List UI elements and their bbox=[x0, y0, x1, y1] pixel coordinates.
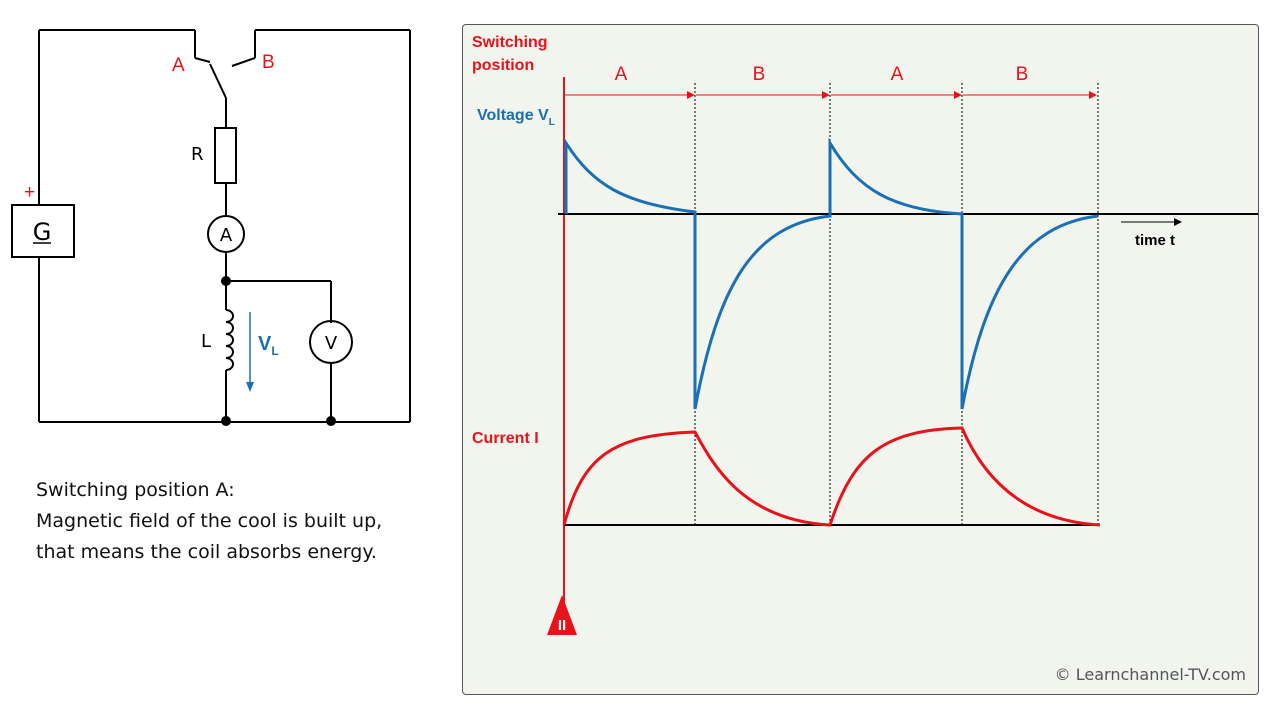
resistor-label: R bbox=[191, 144, 204, 165]
junction-dot-top bbox=[221, 276, 231, 286]
switch-lever bbox=[209, 63, 227, 99]
voltage-arrow-head bbox=[246, 382, 254, 392]
phase-label-2: B bbox=[753, 64, 766, 85]
switching-label-1: Switching bbox=[472, 34, 548, 51]
voltage-axis-label: Voltage VL bbox=[477, 107, 555, 128]
current-curve bbox=[562, 426, 1101, 527]
switching-label-2: position bbox=[472, 57, 534, 74]
voltage-label: VL bbox=[258, 333, 279, 358]
inductor-label: L bbox=[201, 331, 211, 352]
junction-dot-bottom-right bbox=[326, 416, 336, 426]
current-axis-label: Current I bbox=[472, 430, 539, 447]
marker-label: II bbox=[558, 617, 566, 634]
voltmeter-label: V bbox=[325, 333, 338, 354]
generator-label: G bbox=[33, 218, 52, 246]
plus-sign: + bbox=[24, 182, 35, 203]
resistor bbox=[214, 127, 237, 184]
voltage-label-sub: L bbox=[271, 344, 278, 358]
inductor-coil bbox=[225, 309, 234, 371]
time-label: time t bbox=[1135, 232, 1175, 249]
graph-panel: Switching position Voltage VL Current I … bbox=[462, 24, 1259, 695]
phase-label-4: B bbox=[1016, 64, 1029, 85]
description-title: Switching position A: bbox=[36, 479, 235, 501]
switch-contact-b bbox=[231, 57, 256, 67]
waveform-graph: Switching position Voltage VL Current I … bbox=[472, 34, 1258, 635]
junction-dot-bottom-left bbox=[221, 416, 231, 426]
ammeter-label: A bbox=[220, 225, 233, 246]
voltage-axis-label-main: Voltage V bbox=[477, 107, 549, 124]
voltage-axis-label-sub: L bbox=[549, 117, 555, 128]
phase-label-1: A bbox=[615, 64, 628, 85]
copyright: © Learnchannel-TV.com bbox=[1054, 665, 1246, 684]
switch-label-a: A bbox=[172, 55, 185, 76]
description: Switching position A: Magnetic field of … bbox=[36, 475, 436, 568]
switch-contact-a bbox=[194, 57, 211, 63]
circuit-diagram: A B R A L V G + VL bbox=[11, 29, 411, 426]
switch-label-b: B bbox=[262, 52, 275, 73]
description-line1: Magnetic field of the cool is built up, bbox=[36, 510, 383, 532]
phase-label-3: A bbox=[891, 64, 904, 85]
description-line2: that means the coil absorbs energy. bbox=[36, 541, 377, 563]
voltage-curve bbox=[564, 137, 1099, 410]
voltage-label-main: V bbox=[258, 333, 272, 355]
